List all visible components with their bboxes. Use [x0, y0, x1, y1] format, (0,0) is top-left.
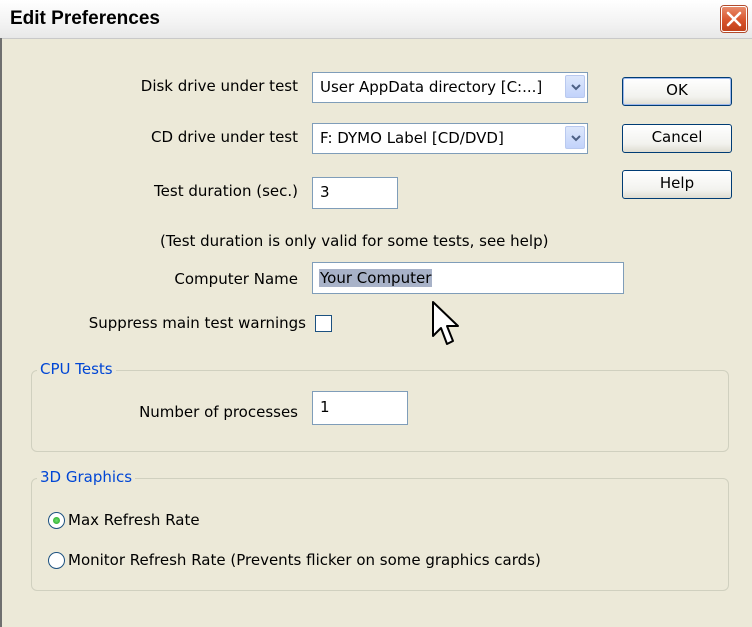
radio-selected-dot: [53, 517, 60, 524]
mouse-pointer-icon: [432, 301, 459, 345]
ok-button[interactable]: OK: [622, 77, 732, 106]
num-processes-label: Number of processes: [139, 403, 298, 421]
disk-drive-select[interactable]: User AppData directory [C:...]: [312, 72, 588, 103]
cancel-button[interactable]: Cancel: [622, 124, 732, 153]
title-bar: Edit Preferences: [0, 0, 752, 39]
graphics-3d-group: [31, 478, 729, 591]
disk-drive-label: Disk drive under test: [140, 77, 298, 95]
cd-drive-label: CD drive under test: [150, 128, 298, 146]
max-refresh-radio[interactable]: [48, 512, 65, 529]
graphics-3d-title: 3D Graphics: [37, 468, 136, 486]
disk-drive-value: User AppData directory [C:...]: [320, 78, 543, 96]
close-icon: [726, 11, 742, 27]
suppress-warnings-checkbox[interactable]: [315, 315, 332, 332]
disk-drive-dropdown-button[interactable]: [565, 75, 585, 98]
cd-drive-value: F: DYMO Label [CD/DVD]: [320, 129, 504, 147]
max-refresh-label[interactable]: Max Refresh Rate: [68, 511, 200, 529]
help-button[interactable]: Help: [622, 170, 732, 199]
computer-name-selection: Your Computer: [319, 269, 433, 287]
suppress-warnings-label: Suppress main test warnings: [88, 314, 306, 332]
monitor-refresh-label[interactable]: Monitor Refresh Rate (Prevents flicker o…: [68, 551, 541, 569]
test-duration-value: 3: [320, 183, 330, 201]
num-processes-value: 1: [320, 398, 330, 416]
test-duration-input[interactable]: 3: [312, 177, 398, 209]
window-title: Edit Preferences: [10, 8, 160, 29]
close-button[interactable]: [721, 6, 747, 32]
test-duration-label: Test duration (sec.): [154, 182, 298, 200]
cd-drive-select[interactable]: F: DYMO Label [CD/DVD]: [312, 123, 588, 154]
duration-note: (Test duration is only valid for some te…: [160, 232, 549, 250]
computer-name-label: Computer Name: [174, 270, 298, 288]
chevron-down-icon: [571, 135, 581, 142]
monitor-refresh-radio[interactable]: [48, 552, 65, 569]
computer-name-value: Your Computer: [319, 269, 433, 287]
window-left-border: [0, 38, 2, 627]
num-processes-input[interactable]: 1: [312, 391, 408, 425]
cpu-tests-title: CPU Tests: [37, 360, 116, 378]
cd-drive-dropdown-button[interactable]: [565, 126, 585, 149]
chevron-down-icon: [571, 84, 581, 91]
computer-name-input[interactable]: Your Computer: [312, 262, 624, 294]
